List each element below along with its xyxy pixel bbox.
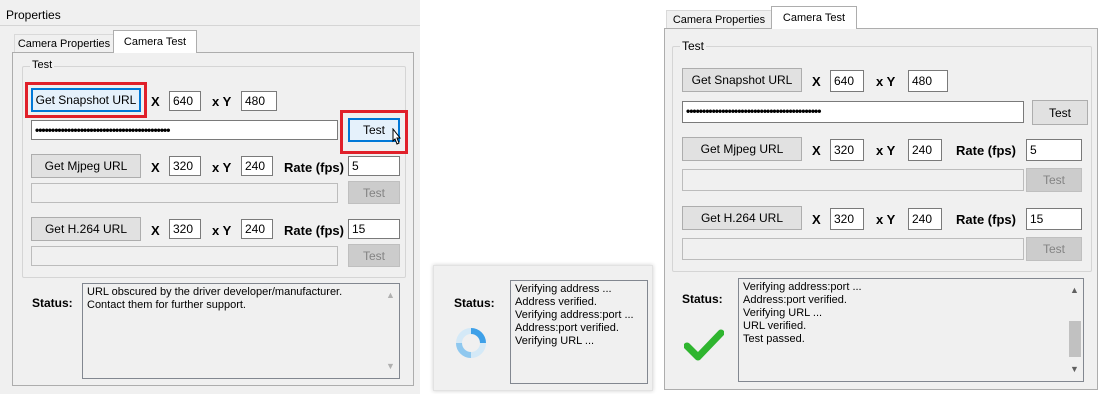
scroll-up-icon[interactable]: ▲	[1070, 284, 1079, 297]
mjpeg-y-label: x Y	[212, 160, 232, 175]
tab-camera-properties[interactable]: Camera Properties	[666, 10, 772, 28]
get-h264-url-button[interactable]: Get H.264 URL	[682, 206, 802, 230]
mjpeg-x-label: X	[812, 143, 821, 158]
snapshot-x-input[interactable]	[830, 70, 864, 92]
status-box[interactable]: Verifying address ... Address verified. …	[510, 280, 648, 384]
status-line: Address:port verified.	[515, 322, 619, 334]
mjpeg-url-field	[682, 169, 1024, 191]
scroll-up-icon[interactable]: ▲	[386, 289, 395, 302]
h264-y-label: x Y	[876, 212, 896, 227]
get-snapshot-url-button[interactable]: Get Snapshot URL	[682, 68, 802, 92]
mjpeg-rate-label: Rate (fps)	[284, 160, 344, 175]
snapshot-x-label: X	[151, 94, 160, 109]
mjpeg-x-label: X	[151, 160, 160, 175]
status-line: Address:port verified.	[743, 294, 847, 306]
status-line: Test passed.	[743, 333, 805, 345]
tab-camera-test[interactable]: Camera Test	[113, 30, 197, 53]
panel3: Camera Properties Camera Test Test Get S…	[660, 0, 1104, 394]
h264-y-input[interactable]	[241, 219, 273, 239]
properties-header: Properties	[6, 8, 61, 22]
get-mjpeg-url-button[interactable]: Get Mjpeg URL	[682, 137, 802, 161]
mjpeg-y-label: x Y	[876, 143, 896, 158]
mjpeg-x-input[interactable]	[169, 156, 201, 176]
mjpeg-test-button[interactable]: Test	[1026, 168, 1082, 192]
status-line: Contact them for further support.	[87, 299, 246, 311]
mjpeg-rate-input[interactable]	[348, 156, 400, 176]
tab-camera-test[interactable]: Camera Test	[771, 6, 857, 29]
status-scrollbar[interactable]: ▲ ▼	[383, 284, 399, 378]
h264-rate-input[interactable]	[1026, 208, 1082, 230]
mjpeg-test-button[interactable]: Test	[348, 181, 400, 204]
tab-camera-properties[interactable]: Camera Properties	[14, 34, 114, 52]
h264-y-label: x Y	[212, 223, 232, 238]
get-h264-url-button[interactable]: Get H.264 URL	[31, 217, 141, 241]
mjpeg-x-input[interactable]	[830, 139, 864, 161]
status-box[interactable]: URL obscured by the driver developer/man…	[82, 283, 400, 379]
scroll-thumb[interactable]	[1069, 321, 1081, 357]
header-divider	[0, 25, 420, 26]
h264-test-button[interactable]: Test	[1026, 237, 1082, 261]
mjpeg-y-input[interactable]	[908, 139, 942, 161]
status-scrollbar[interactable]: ▲ ▼	[1067, 279, 1083, 381]
get-mjpeg-url-button[interactable]: Get Mjpeg URL	[31, 154, 141, 178]
status-line: Verifying address ...	[515, 283, 612, 295]
h264-rate-label: Rate (fps)	[956, 212, 1016, 227]
snapshot-x-input[interactable]	[169, 91, 201, 111]
test-group-title: Test	[30, 59, 55, 71]
checkmark-icon	[683, 328, 725, 362]
h264-x-input[interactable]	[830, 208, 864, 230]
snapshot-y-label: x Y	[876, 74, 896, 89]
mouse-cursor-icon	[388, 127, 404, 150]
snapshot-y-label: x Y	[212, 94, 232, 109]
panel2: Status: Verifying address ... Address ve…	[433, 265, 653, 391]
status-label: Status:	[454, 296, 495, 310]
status-line: Address verified.	[515, 296, 597, 308]
snapshot-test-button[interactable]: Test	[1032, 100, 1088, 125]
mjpeg-rate-label: Rate (fps)	[956, 143, 1016, 158]
h264-test-button[interactable]: Test	[348, 244, 400, 267]
status-box[interactable]: Verifying address:port ... Address:port …	[738, 278, 1084, 382]
status-line: Verifying address:port ...	[743, 281, 862, 293]
snapshot-url-password-field[interactable]: ••••••••••••••••••••••••••••••••••••••••…	[31, 120, 338, 140]
h264-rate-input[interactable]	[348, 219, 400, 239]
scroll-down-icon[interactable]: ▼	[386, 360, 395, 373]
mjpeg-url-field	[31, 183, 338, 203]
panel1: Properties Camera Properties Camera Test…	[0, 0, 420, 394]
status-line: Verifying URL ...	[515, 335, 595, 347]
scroll-down-icon[interactable]: ▼	[1070, 363, 1079, 376]
loading-spinner-icon	[454, 326, 488, 360]
status-line: URL verified.	[743, 320, 807, 332]
h264-url-field	[682, 238, 1024, 260]
status-line: URL obscured by the driver developer/man…	[87, 286, 343, 298]
status-line: Verifying URL ...	[743, 307, 823, 319]
mjpeg-y-input[interactable]	[241, 156, 273, 176]
status-line: Verifying address:port ...	[515, 309, 634, 321]
snapshot-x-label: X	[812, 74, 821, 89]
h264-x-label: X	[812, 212, 821, 227]
mjpeg-rate-input[interactable]	[1026, 139, 1082, 161]
highlight-snapshot-button	[25, 82, 147, 118]
snapshot-y-input[interactable]	[908, 70, 948, 92]
test-group-title: Test	[680, 39, 707, 53]
h264-x-input[interactable]	[169, 219, 201, 239]
status-label: Status:	[32, 296, 73, 310]
h264-rate-label: Rate (fps)	[284, 223, 344, 238]
h264-x-label: X	[151, 223, 160, 238]
snapshot-y-input[interactable]	[241, 91, 277, 111]
h264-url-field	[31, 246, 338, 266]
h264-y-input[interactable]	[908, 208, 942, 230]
snapshot-url-password-field[interactable]: ••••••••••••••••••••••••••••••••••••••••…	[682, 101, 1024, 123]
status-label: Status:	[682, 292, 723, 306]
